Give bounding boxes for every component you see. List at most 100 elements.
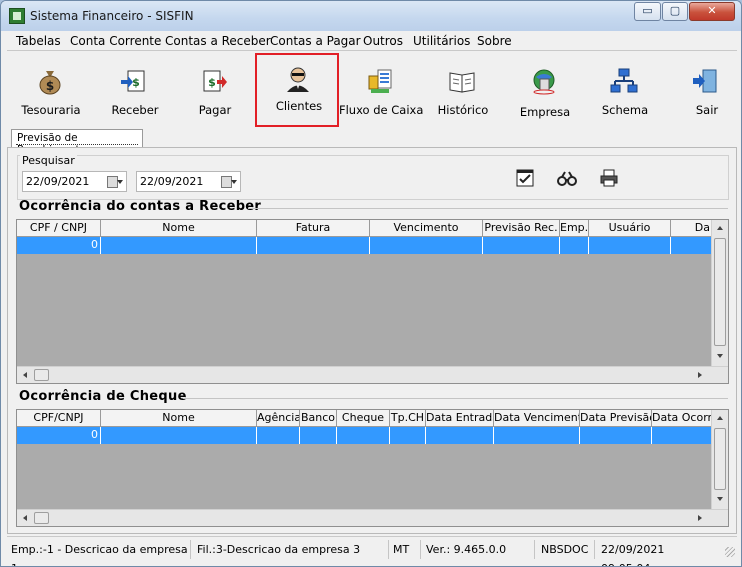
pay-money-icon: $ bbox=[203, 70, 227, 92]
date-to-value: 22/09/2021 bbox=[140, 175, 204, 188]
history-book-icon bbox=[449, 72, 475, 93]
checklist-icon[interactable] bbox=[514, 168, 536, 188]
toolbar-label: Pagar bbox=[198, 103, 232, 117]
column-header[interactable]: Agência bbox=[257, 410, 300, 427]
column-header[interactable]: Fatura bbox=[257, 220, 370, 237]
menu-contas-a-pagar[interactable]: Contas a Pagar bbox=[270, 34, 361, 48]
toolbar: $ Tesouraria $ Receber $ Pagar Clientes … bbox=[7, 50, 737, 130]
table-cell[interactable] bbox=[652, 427, 713, 444]
table-cell[interactable]: 0 bbox=[17, 427, 101, 444]
scroll-thumb[interactable] bbox=[34, 369, 49, 381]
menu-utilitarios[interactable]: Utilitários bbox=[413, 34, 470, 48]
date-to-picker[interactable]: 22/09/2021 bbox=[136, 171, 241, 192]
toolbar-button-clientes[interactable]: Clientes bbox=[255, 53, 339, 127]
table-cell[interactable] bbox=[494, 427, 580, 444]
column-header[interactable]: Emp. bbox=[560, 220, 589, 237]
scroll-right-icon[interactable] bbox=[698, 515, 702, 521]
menu-tabelas[interactable]: Tabelas bbox=[16, 34, 61, 48]
column-header[interactable]: CPF/CNPJ bbox=[17, 410, 101, 427]
minimize-button[interactable]: ▭ bbox=[634, 2, 661, 21]
column-header[interactable]: Usuário bbox=[589, 220, 671, 237]
column-header[interactable]: Banco bbox=[300, 410, 337, 427]
table-cell[interactable] bbox=[589, 237, 671, 254]
table-cell[interactable] bbox=[426, 427, 494, 444]
receivables-section-title: Ocorrência do contas a Receber bbox=[19, 199, 262, 214]
menu-bar: Tabelas Conta Corrente Contas a Receber … bbox=[7, 32, 737, 50]
table-cell[interactable] bbox=[300, 427, 337, 444]
schema-tree-icon bbox=[610, 68, 638, 93]
scroll-left-icon[interactable] bbox=[23, 515, 27, 521]
table-cell[interactable] bbox=[101, 237, 257, 254]
column-header[interactable]: Vencimento bbox=[370, 220, 483, 237]
column-header[interactable]: Cheque bbox=[337, 410, 390, 427]
column-header[interactable]: Data Previsão bbox=[580, 410, 652, 427]
calendar-dropdown-icon[interactable] bbox=[106, 175, 124, 188]
horizontal-scrollbar[interactable] bbox=[17, 366, 728, 383]
section-divider bbox=[183, 398, 728, 399]
toolbar-button-schema[interactable]: Schema bbox=[583, 57, 667, 127]
table-cell[interactable] bbox=[483, 237, 560, 254]
search-group: Pesquisar 22/09/2021 22/09/2021 bbox=[17, 154, 729, 200]
table-cell[interactable] bbox=[101, 427, 257, 444]
scroll-up-icon[interactable] bbox=[717, 226, 723, 230]
maximize-button[interactable]: ▢ bbox=[662, 2, 688, 21]
scroll-thumb[interactable] bbox=[714, 238, 726, 346]
scroll-down-icon[interactable] bbox=[717, 497, 723, 501]
printer-icon[interactable] bbox=[598, 168, 620, 188]
scroll-up-icon[interactable] bbox=[717, 416, 723, 420]
column-header[interactable]: Data Ocorrê bbox=[652, 410, 713, 427]
date-from-picker[interactable]: 22/09/2021 bbox=[22, 171, 127, 192]
binoculars-icon[interactable] bbox=[556, 168, 578, 188]
vertical-scrollbar[interactable] bbox=[711, 220, 728, 366]
column-header[interactable]: Previsão Rec. bbox=[483, 220, 560, 237]
toolbar-button-sair[interactable]: Sair bbox=[667, 57, 737, 127]
main-panel: Pesquisar 22/09/2021 22/09/2021 Ocorrênc… bbox=[7, 147, 737, 534]
toolbar-button-tesouraria[interactable]: $ Tesouraria bbox=[9, 57, 93, 127]
table-cell[interactable]: 0 bbox=[17, 237, 101, 254]
column-header[interactable]: Data Vencimento bbox=[494, 410, 580, 427]
vertical-scrollbar[interactable] bbox=[711, 410, 728, 509]
cash-flow-icon bbox=[368, 69, 392, 93]
column-header[interactable]: Nome bbox=[101, 220, 257, 237]
column-header[interactable]: Nome bbox=[101, 410, 257, 427]
checks-section-title: Ocorrência de Cheque bbox=[19, 389, 187, 404]
toolbar-button-empresa[interactable]: Empresa bbox=[503, 57, 587, 127]
menu-outros[interactable]: Outros bbox=[363, 34, 403, 48]
scroll-right-icon[interactable] bbox=[698, 372, 702, 378]
menu-sobre[interactable]: Sobre bbox=[477, 34, 512, 48]
scroll-thumb[interactable] bbox=[714, 428, 726, 490]
column-header[interactable]: CPF / CNPJ bbox=[17, 220, 101, 237]
menu-conta-corrente[interactable]: Conta Corrente bbox=[70, 34, 161, 48]
table-cell[interactable] bbox=[580, 427, 652, 444]
table-cell[interactable] bbox=[560, 237, 589, 254]
checks-grid[interactable]: CPF/CNPJ Nome Agência Banco Cheque Tp.CH… bbox=[16, 409, 729, 527]
menu-contas-a-receber[interactable]: Contas a Receber bbox=[165, 34, 271, 48]
date-from-value: 22/09/2021 bbox=[26, 175, 90, 188]
tab-previsao-de-recebimento[interactable]: Previsão de Recebimento bbox=[11, 129, 143, 156]
toolbar-label: Receber bbox=[111, 103, 159, 117]
toolbar-button-receber[interactable]: $ Receber bbox=[93, 57, 177, 127]
toolbar-button-historico[interactable]: Histórico bbox=[421, 57, 505, 127]
toolbar-button-pagar[interactable]: $ Pagar bbox=[173, 57, 257, 127]
horizontal-scrollbar[interactable] bbox=[17, 509, 728, 526]
scroll-left-icon[interactable] bbox=[23, 372, 27, 378]
status-datetime: 22/09/2021 09:05:04 bbox=[601, 543, 665, 566]
table-cell[interactable] bbox=[671, 237, 713, 254]
scroll-down-icon[interactable] bbox=[717, 354, 723, 358]
resize-grip[interactable] bbox=[725, 547, 735, 557]
calendar-dropdown-icon[interactable] bbox=[220, 175, 238, 188]
toolbar-button-fluxo-de-caixa[interactable]: Fluxo de Caixa bbox=[339, 57, 423, 127]
column-header[interactable]: Da bbox=[671, 220, 713, 237]
table-cell[interactable] bbox=[370, 237, 483, 254]
table-cell[interactable] bbox=[257, 427, 300, 444]
scroll-thumb[interactable] bbox=[34, 512, 49, 524]
table-cell[interactable] bbox=[337, 427, 390, 444]
column-header[interactable]: Tp.CH bbox=[390, 410, 426, 427]
receivables-grid[interactable]: CPF / CNPJ Nome Fatura Vencimento Previs… bbox=[16, 219, 729, 384]
table-cell[interactable] bbox=[390, 427, 426, 444]
svg-text:$: $ bbox=[208, 76, 216, 89]
table-cell[interactable] bbox=[257, 237, 370, 254]
column-header[interactable]: Data Entrada bbox=[426, 410, 494, 427]
close-button[interactable]: ✕ bbox=[689, 2, 735, 21]
status-module: NBSDOC bbox=[537, 540, 595, 559]
